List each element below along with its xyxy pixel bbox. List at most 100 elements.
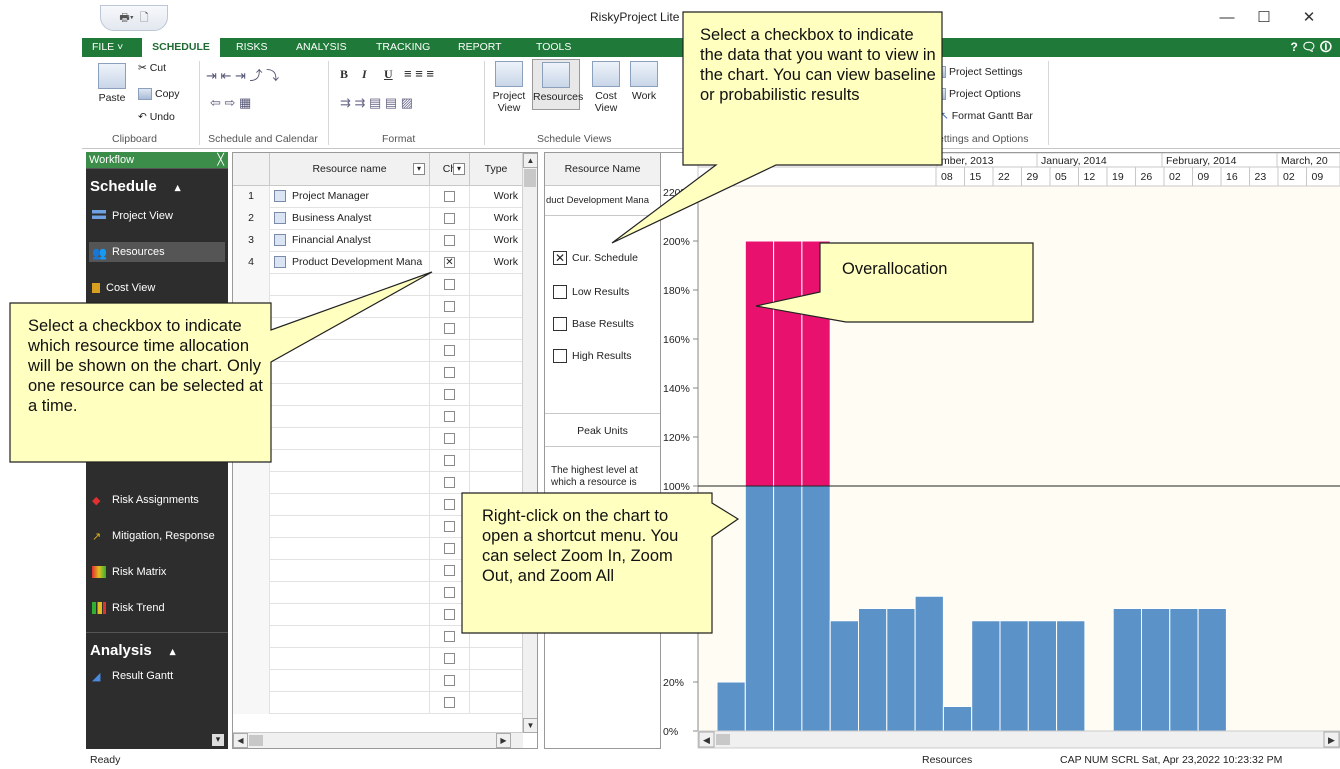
table-row[interactable]: [233, 604, 523, 626]
workflow-item-cost-view[interactable]: Cost View: [92, 278, 155, 298]
chart-checkbox-cell[interactable]: [430, 560, 470, 582]
print-icon[interactable]: 🖶▾: [119, 9, 133, 28]
chart-checkbox[interactable]: [444, 323, 455, 334]
chart-checkbox[interactable]: [444, 587, 455, 598]
workflow-item-mitigation[interactable]: ↗ Mitigation, Response: [92, 526, 215, 546]
type-cell[interactable]: [470, 340, 523, 362]
resource-name-cell[interactable]: [270, 582, 430, 604]
type-cell[interactable]: [470, 274, 523, 296]
type-cell[interactable]: [470, 692, 523, 714]
chart-checkbox-cell[interactable]: [430, 186, 470, 208]
column-header-chart[interactable]: Ch ▾: [430, 153, 470, 186]
check-high-results[interactable]: High Results: [553, 349, 632, 363]
align-icons[interactable]: ≡ ≡ ≡: [404, 66, 434, 81]
table-row[interactable]: [233, 340, 523, 362]
section-schedule[interactable]: Schedule ▴: [86, 178, 180, 195]
collapse-icon[interactable]: ▴: [175, 182, 181, 194]
table-row[interactable]: [233, 274, 523, 296]
resource-name-cell[interactable]: [270, 318, 430, 340]
resource-name-cell[interactable]: [270, 648, 430, 670]
tab-schedule[interactable]: SCHEDULE: [142, 38, 220, 58]
table-row[interactable]: [233, 406, 523, 428]
chart-checkbox-cell[interactable]: [430, 648, 470, 670]
resource-name-cell[interactable]: [270, 560, 430, 582]
resource-name-cell[interactable]: [270, 296, 430, 318]
arrow-icons[interactable]: ⇦ ⇨ ▦: [210, 95, 251, 111]
chart-checkbox[interactable]: [444, 301, 455, 312]
type-cell[interactable]: [470, 648, 523, 670]
scroll-thumb[interactable]: [249, 735, 263, 746]
resource-name-cell[interactable]: Project Manager: [270, 186, 430, 208]
maximize-button[interactable]: ☐: [1249, 6, 1279, 30]
chart-checkbox[interactable]: [444, 433, 455, 444]
check-low-results[interactable]: Low Results: [553, 285, 629, 299]
resource-name-cell[interactable]: [270, 472, 430, 494]
table-row[interactable]: [233, 472, 523, 494]
table-row[interactable]: [233, 362, 523, 384]
close-icon[interactable]: ╳: [217, 152, 224, 169]
checkbox[interactable]: [553, 349, 567, 363]
project-view-button[interactable]: Project View: [492, 61, 526, 114]
chart-checkbox[interactable]: [444, 235, 455, 246]
table-row[interactable]: 1 Project Manager Work: [233, 186, 523, 208]
table-row[interactable]: 3 Financial Analyst Work: [233, 230, 523, 252]
chart-checkbox-cell[interactable]: [430, 406, 470, 428]
collapse-icon[interactable]: ▴: [170, 646, 176, 658]
type-cell[interactable]: [470, 626, 523, 648]
scroll-thumb[interactable]: [524, 169, 536, 187]
chart-checkbox-cell[interactable]: [430, 472, 470, 494]
type-cell[interactable]: [470, 670, 523, 692]
grid-horizontal-scrollbar[interactable]: ◀ ▶: [233, 732, 523, 748]
type-cell[interactable]: [470, 318, 523, 340]
checkbox[interactable]: [553, 317, 567, 331]
resource-name-cell[interactable]: [270, 340, 430, 362]
table-row[interactable]: [233, 648, 523, 670]
table-row[interactable]: [233, 626, 523, 648]
tab-tracking[interactable]: TRACKING: [370, 38, 436, 57]
chart-checkbox[interactable]: [444, 543, 455, 554]
chart-checkbox[interactable]: [444, 653, 455, 664]
bold-button[interactable]: B: [340, 67, 348, 82]
tab-analysis[interactable]: ANALYSIS: [290, 38, 353, 57]
panel-dropdown-icon[interactable]: ▾: [212, 734, 224, 746]
chart-checkbox[interactable]: [444, 389, 455, 400]
resource-name-cell[interactable]: Product Development Mana: [270, 252, 430, 274]
table-row[interactable]: [233, 384, 523, 406]
chart-checkbox[interactable]: [444, 521, 455, 532]
table-row[interactable]: [233, 516, 523, 538]
table-row[interactable]: [233, 560, 523, 582]
table-row[interactable]: [233, 538, 523, 560]
resource-name-cell[interactable]: [270, 494, 430, 516]
chart-checkbox-cell[interactable]: [430, 318, 470, 340]
tab-report[interactable]: REPORT: [452, 38, 508, 57]
chart-checkbox-cell[interactable]: [430, 296, 470, 318]
project-options-button[interactable]: Project Options: [940, 88, 1021, 101]
cost-view-button[interactable]: Cost View: [590, 61, 622, 114]
chart-checkbox-cell[interactable]: [430, 692, 470, 714]
workflow-item-resources[interactable]: 👥 Resources: [89, 242, 225, 262]
resource-name-cell[interactable]: Financial Analyst: [270, 230, 430, 252]
chart-checkbox-cell[interactable]: [430, 208, 470, 230]
check-base-results[interactable]: Base Results: [553, 317, 634, 331]
chart-checkbox-cell[interactable]: [430, 670, 470, 692]
chart-checkbox-cell[interactable]: [430, 450, 470, 472]
chart-checkbox-cell[interactable]: [430, 384, 470, 406]
chart-checkbox-cell[interactable]: [430, 274, 470, 296]
table-row[interactable]: [233, 318, 523, 340]
grid-vertical-scrollbar[interactable]: ▲ ▼: [522, 153, 537, 733]
type-cell[interactable]: Work: [470, 208, 523, 230]
chart-checkbox[interactable]: [444, 345, 455, 356]
project-settings-button[interactable]: Project Settings: [940, 66, 1023, 79]
table-row[interactable]: [233, 692, 523, 714]
scroll-down-icon[interactable]: ▼: [523, 718, 537, 733]
check-cur-schedule[interactable]: ✕ Cur. Schedule: [553, 251, 638, 265]
chart-checkbox-cell[interactable]: ✕: [430, 252, 470, 274]
cut-button[interactable]: ✂ Cut: [138, 62, 166, 74]
chart-checkbox[interactable]: [444, 411, 455, 422]
chart-checkbox[interactable]: [444, 455, 455, 466]
chart-checkbox-cell[interactable]: [430, 340, 470, 362]
help-icons[interactable]: ? 🗨 🛈: [1291, 38, 1332, 57]
resource-name-cell[interactable]: [270, 626, 430, 648]
undo-button[interactable]: ↶ Undo: [138, 111, 175, 123]
column-header-type[interactable]: Type: [470, 153, 523, 186]
